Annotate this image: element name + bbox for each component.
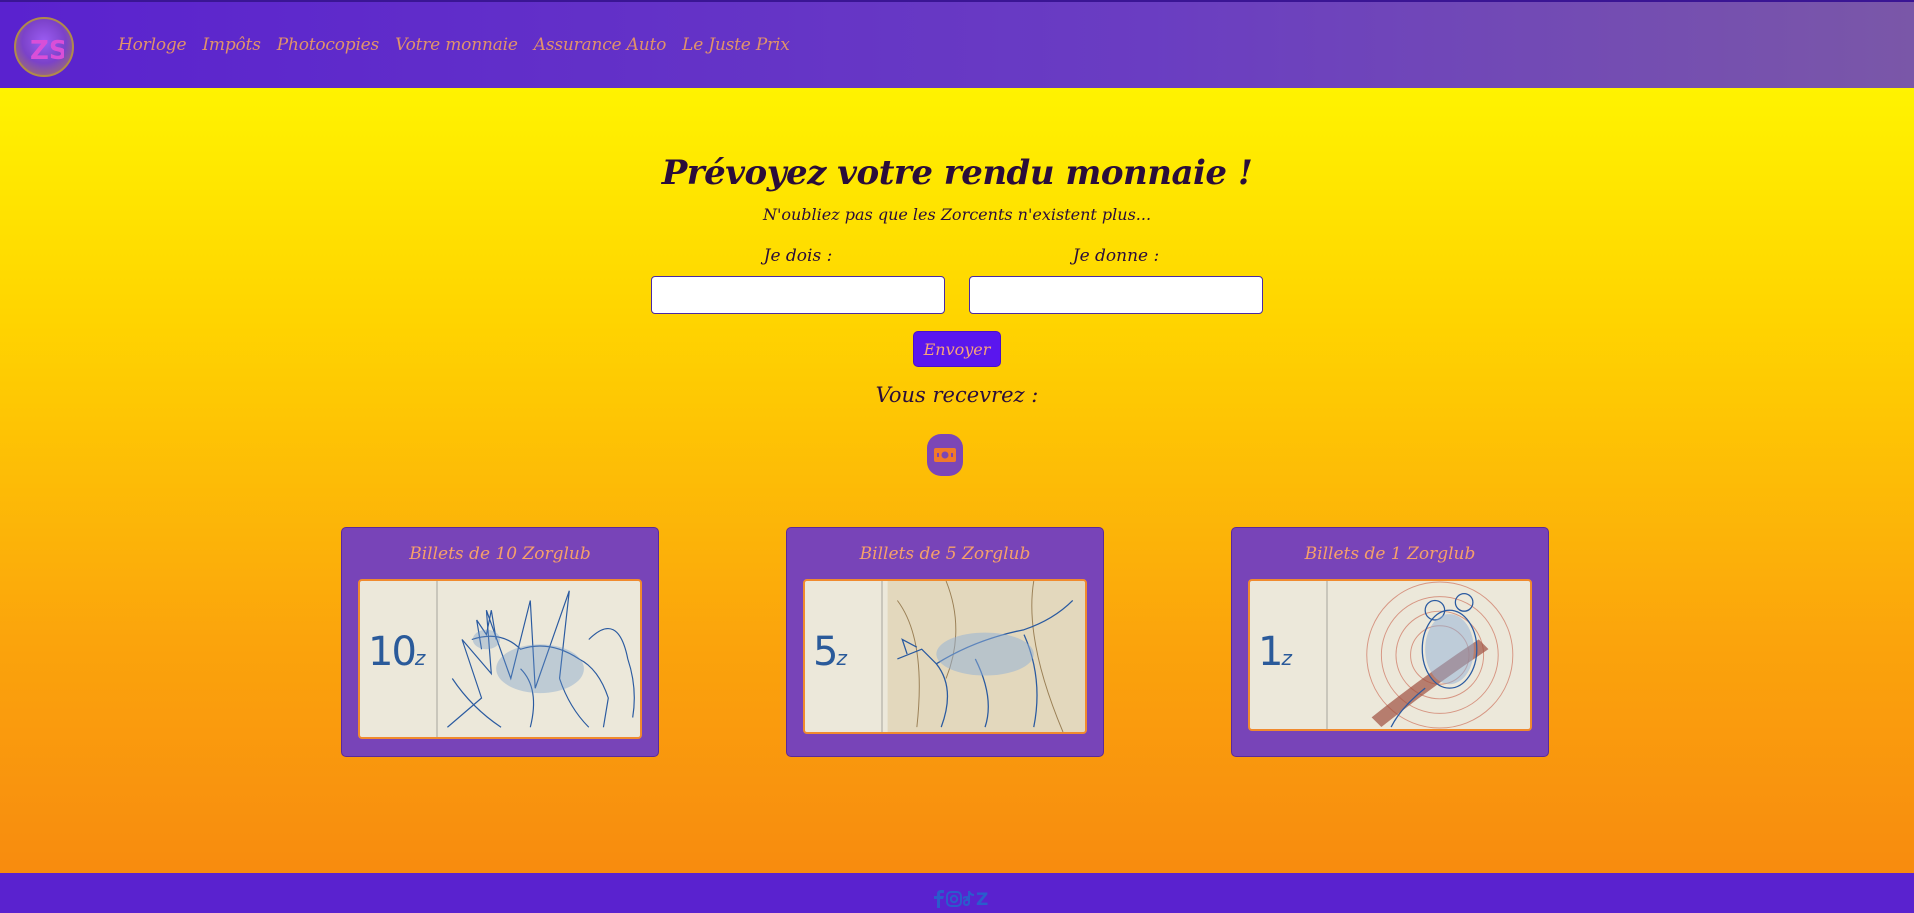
site-logo[interactable]: ZS (14, 17, 74, 77)
note-denomination: 1z (1258, 629, 1292, 675)
card-title: Billets de 10 Zorglub (409, 544, 591, 564)
banknote-1-image: 1z (1248, 579, 1532, 731)
nav-link-impots[interactable]: Impôts (202, 35, 261, 55)
banknote-card-10: Billets de 10 Zorglub 10z (341, 527, 659, 757)
card-title: Billets de 5 Zorglub (859, 544, 1031, 564)
svg-text:ZS: ZS (30, 36, 64, 66)
banknote-10-image: 10z (358, 579, 642, 739)
money-icon (934, 448, 956, 462)
nav-link-photocopies[interactable]: Photocopies (277, 35, 380, 55)
banknote-5-image: 5z (803, 579, 1087, 734)
note-security-strip (881, 581, 883, 732)
banknote-card-1: Billets de 1 Zorglub 1z (1231, 527, 1549, 757)
note-security-strip (436, 581, 438, 737)
page-subtitle: N'oubliez pas que les Zorcents n'existen… (762, 205, 1152, 224)
note-security-strip (1326, 581, 1328, 729)
note-denomination: 5z (813, 629, 847, 675)
result-heading: Vous recevrez : (875, 383, 1039, 407)
owe-input[interactable] (651, 276, 945, 314)
deer-illustration (447, 590, 635, 728)
nav-link-juste-prix[interactable]: Le Juste Prix (682, 35, 790, 55)
owe-label: Je dois : (763, 246, 833, 266)
mouse-illustration (1366, 581, 1514, 729)
logo-icon: ZS (30, 36, 64, 66)
note-denomination: 10z (368, 629, 426, 675)
nav-link-votre-monnaie[interactable]: Votre monnaie (395, 35, 518, 55)
facebook-icon[interactable] (933, 890, 945, 908)
fox-illustration (887, 581, 1085, 732)
card-title: Billets de 1 Zorglub (1304, 544, 1476, 564)
footer: Z (0, 873, 1914, 913)
main-nav: Horloge Impôts Photocopies Votre monnaie… (118, 35, 790, 55)
give-input[interactable] (969, 276, 1263, 314)
banknote-card-5: Billets de 5 Zorglub 5z (786, 527, 1104, 757)
send-button[interactable]: Envoyer (913, 331, 1001, 367)
tiktok-icon[interactable] (963, 890, 975, 908)
nav-link-horloge[interactable]: Horloge (118, 35, 187, 55)
top-navbar: ZS Horloge Impôts Photocopies Votre monn… (0, 0, 1914, 88)
instagram-icon[interactable] (946, 890, 962, 908)
nav-link-assurance-auto[interactable]: Assurance Auto (534, 35, 667, 55)
zorglub-icon[interactable]: Z (976, 890, 988, 910)
give-label: Je donne : (1072, 246, 1160, 266)
result-badge (927, 434, 963, 476)
page-title: Prévoyez votre rendu monnaie ! (661, 153, 1253, 193)
social-links: Z (933, 890, 988, 910)
